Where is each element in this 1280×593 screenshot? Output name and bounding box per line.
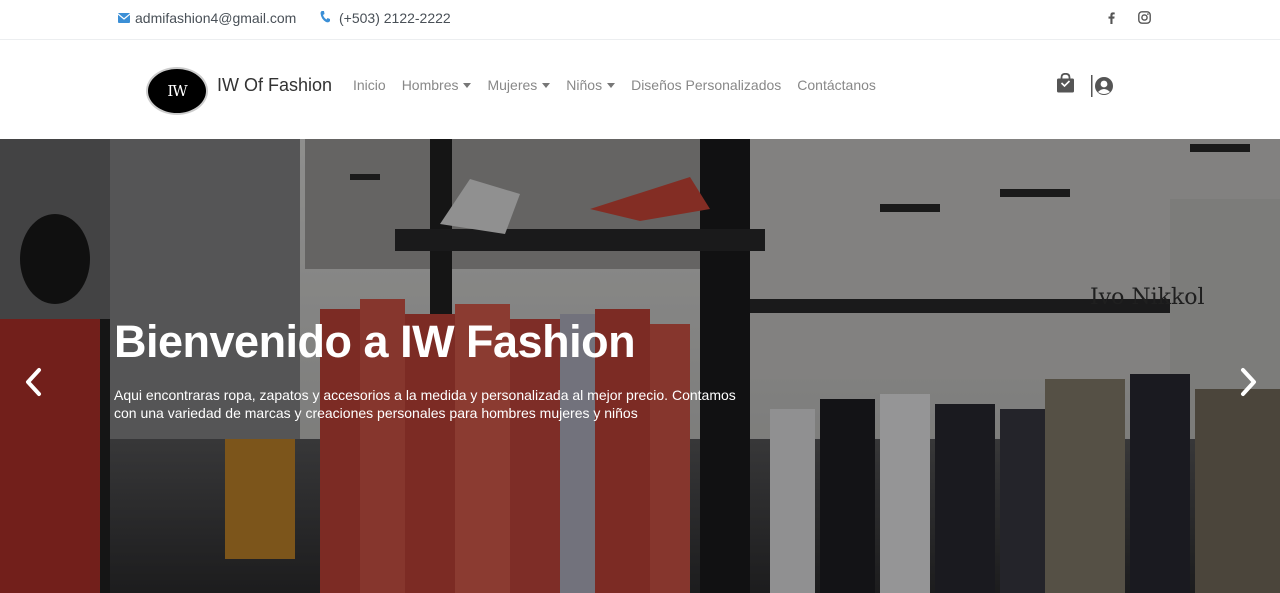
caret-down-icon [463, 82, 472, 88]
nav-link-inicio[interactable]: Inicio [353, 77, 386, 93]
caret-down-icon [607, 82, 616, 88]
user-circle-icon[interactable] [1091, 74, 1114, 97]
main-menu: Inicio Hombres Mujeres Niños Diseños Per… [353, 77, 876, 93]
nav-label: Contáctanos [797, 77, 876, 93]
social-links [1108, 11, 1151, 27]
phone-icon [320, 10, 330, 26]
nav-dropdown-mujeres[interactable]: Mujeres [487, 77, 551, 93]
hero-title: Bienvenido a IW Fashion [114, 316, 636, 367]
carousel-next-button[interactable] [1236, 365, 1262, 399]
nav-label: Hombres [401, 77, 459, 93]
nav-link-contactanos[interactable]: Contáctanos [797, 77, 876, 93]
brand-logo[interactable]: IW [146, 67, 208, 115]
nav-dropdown-hombres[interactable]: Hombres [402, 77, 472, 93]
caret-down-icon [542, 82, 551, 88]
nav-label: Niños [566, 77, 603, 93]
envelope-icon [117, 10, 131, 26]
shopping-bag-icon[interactable] [1056, 72, 1075, 98]
phone-text: (+503) 2122-2222 [339, 10, 451, 26]
nav-label: Diseños Personalizados [631, 77, 782, 93]
email-text: admifashion4@gmail.com [135, 10, 297, 26]
email-contact[interactable]: admifashion4@gmail.com [117, 10, 297, 26]
nav-icons [1056, 72, 1114, 98]
carousel-prev-button[interactable] [20, 365, 46, 399]
brand-name[interactable]: IW Of Fashion [217, 75, 332, 96]
nav-link-disenos[interactable]: Diseños Personalizados [631, 77, 781, 93]
instagram-icon[interactable] [1138, 11, 1151, 27]
hero-carousel: Ivo Nikkol Bienvenido a IW Fashion Aqui … [0, 139, 1280, 593]
phone-contact[interactable]: (+503) 2122-2222 [320, 10, 451, 26]
nav-label: Mujeres [487, 77, 538, 93]
nav-dropdown-ninos[interactable]: Niños [566, 77, 616, 93]
hero-description: Aqui encontraras ropa, zapatos y accesor… [114, 387, 736, 421]
main-navbar: IW IW Of Fashion Inicio Hombres Mujeres … [0, 41, 1280, 139]
logo-text: IW [167, 82, 187, 100]
nav-label: Inicio [353, 77, 386, 93]
chevron-left-icon [26, 368, 41, 396]
facebook-icon[interactable] [1108, 11, 1115, 27]
chevron-right-icon [1241, 368, 1256, 396]
top-contact-bar: admifashion4@gmail.com (+503) 2122-2222 [0, 0, 1280, 40]
